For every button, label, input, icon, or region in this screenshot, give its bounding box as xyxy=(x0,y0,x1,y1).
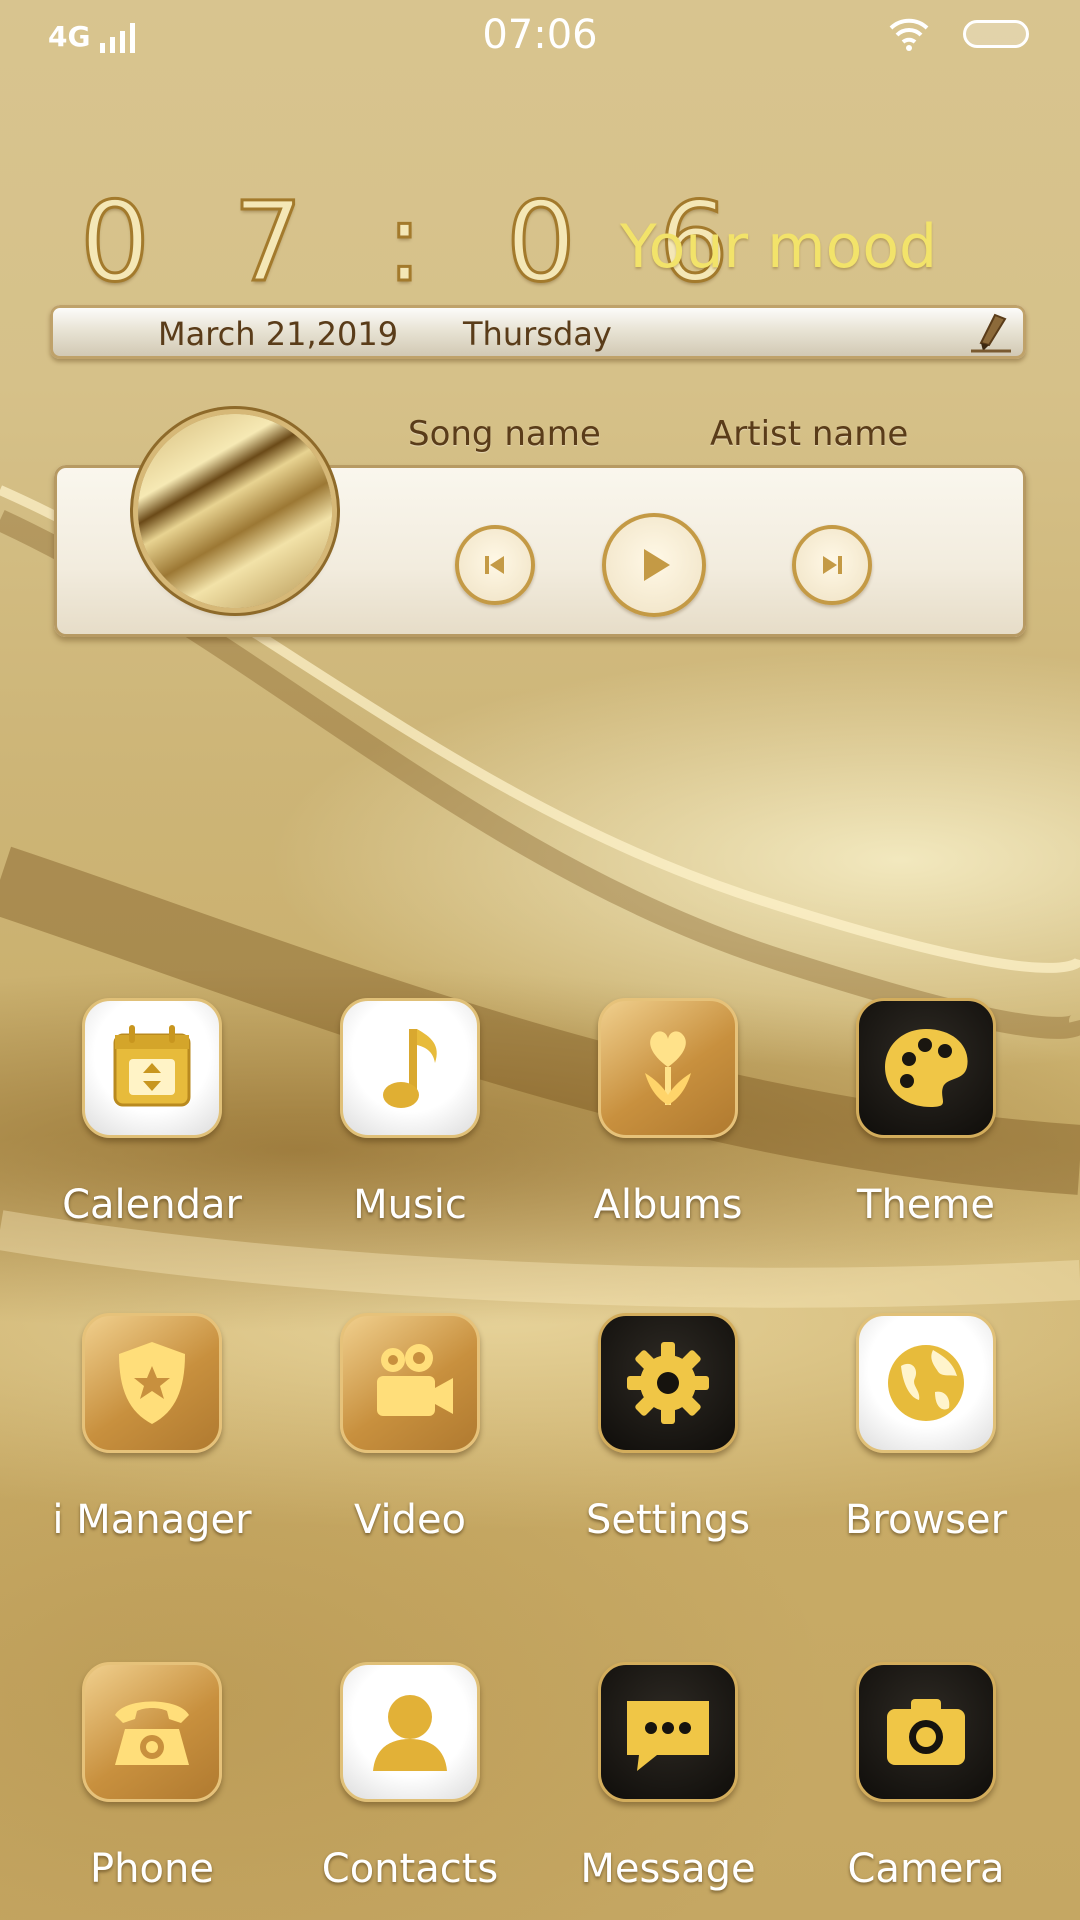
battery-icon xyxy=(963,20,1029,48)
camera-tile[interactable] xyxy=(856,1662,996,1802)
calendar-icon xyxy=(113,1025,191,1107)
app-label: Video xyxy=(353,1497,467,1543)
app-label: Message xyxy=(580,1846,756,1892)
app-music[interactable]: Music xyxy=(310,998,510,1228)
date-bar[interactable]: March 21,2019 Thursday xyxy=(50,305,1026,359)
contacts-tile[interactable] xyxy=(340,1662,480,1802)
calendar-tile[interactable] xyxy=(82,998,222,1138)
i-manager-tile[interactable] xyxy=(82,1313,222,1453)
palette-icon xyxy=(885,1029,968,1107)
play-icon xyxy=(644,549,670,581)
next-icon xyxy=(823,556,842,574)
app-label: Music xyxy=(353,1182,467,1228)
pen-icon[interactable] xyxy=(965,311,1017,355)
tulip-icon xyxy=(645,1031,691,1105)
telephone-icon xyxy=(115,1701,189,1765)
app-label: Calendar xyxy=(62,1182,242,1228)
app-label: Settings xyxy=(585,1497,751,1543)
mood-text[interactable]: Your mood xyxy=(620,212,937,282)
artist-name: Artist name xyxy=(710,414,909,454)
app-label: Camera xyxy=(847,1846,1005,1892)
app-label: Contacts xyxy=(321,1846,499,1892)
app-label: Browser xyxy=(844,1497,1008,1543)
camera-icon xyxy=(887,1699,965,1765)
app-i-manager[interactable]: i Manager xyxy=(52,1313,252,1543)
app-phone[interactable]: Phone xyxy=(52,1662,252,1892)
person-icon xyxy=(373,1695,447,1771)
app-browser[interactable]: Browser xyxy=(826,1313,1026,1543)
app-contacts[interactable]: Contacts xyxy=(310,1662,510,1892)
video-tile[interactable] xyxy=(340,1313,480,1453)
phone-tile[interactable] xyxy=(82,1662,222,1802)
app-albums[interactable]: Albums xyxy=(568,998,768,1228)
app-label: i Manager xyxy=(52,1497,252,1543)
date-text: March 21,2019 xyxy=(158,315,399,353)
browser-tile[interactable] xyxy=(856,1313,996,1453)
app-camera[interactable]: Camera xyxy=(826,1662,1026,1892)
app-theme[interactable]: Theme xyxy=(826,998,1026,1228)
album-art-disc[interactable] xyxy=(138,414,332,608)
globe-icon xyxy=(888,1345,964,1421)
chat-bubble-icon xyxy=(627,1701,709,1771)
video-camera-icon xyxy=(377,1344,453,1416)
app-label: Phone xyxy=(90,1846,214,1892)
wifi-icon xyxy=(889,18,929,51)
app-label: Albums xyxy=(593,1182,743,1228)
weekday-text: Thursday xyxy=(463,315,612,353)
music-note-icon xyxy=(383,1029,437,1108)
app-label: Theme xyxy=(857,1182,995,1228)
app-settings[interactable]: Settings xyxy=(568,1313,768,1543)
app-message[interactable]: Message xyxy=(568,1662,768,1892)
albums-tile[interactable] xyxy=(598,998,738,1138)
app-calendar[interactable]: Calendar xyxy=(52,998,252,1228)
settings-tile[interactable] xyxy=(598,1313,738,1453)
song-name: Song name xyxy=(408,414,601,454)
play-button[interactable] xyxy=(602,513,706,617)
message-tile[interactable] xyxy=(598,1662,738,1802)
previous-button[interactable] xyxy=(455,525,535,605)
music-tile[interactable] xyxy=(340,998,480,1138)
theme-tile[interactable] xyxy=(856,998,996,1138)
app-video[interactable]: Video xyxy=(310,1313,510,1543)
next-button[interactable] xyxy=(792,525,872,605)
shield-star-icon xyxy=(119,1342,185,1424)
gear-icon xyxy=(627,1342,709,1424)
previous-icon xyxy=(485,556,504,574)
status-bar: 4G 07:06 xyxy=(0,0,1080,70)
